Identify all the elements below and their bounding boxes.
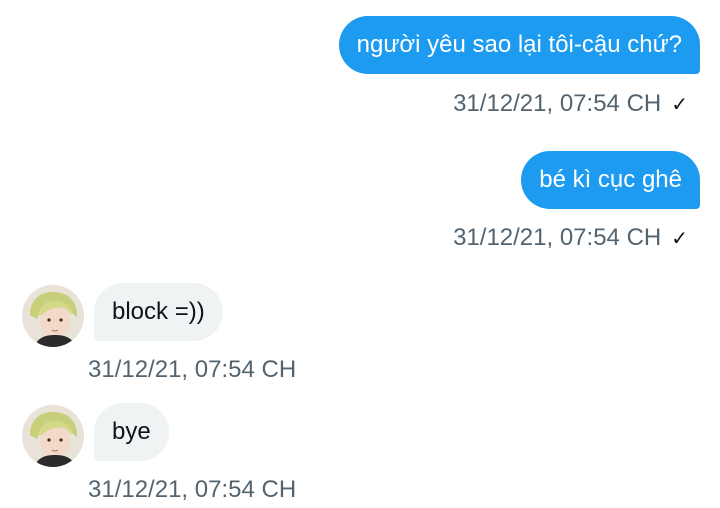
message-meta: 31/12/21, 07:54 CH [88, 475, 296, 505]
message-meta: 31/12/21, 07:54 CH ✓ [453, 89, 688, 119]
message-timestamp: 31/12/21, 07:54 CH [453, 90, 662, 117]
message-text: block =)) [112, 298, 205, 325]
message-text: bye [112, 418, 151, 445]
message-timestamp: 31/12/21, 07:54 CH [453, 224, 662, 251]
incoming-message-bubble[interactable]: block =)) [94, 283, 223, 341]
avatar-icon[interactable] [22, 405, 84, 467]
message-meta: 31/12/21, 07:54 CH ✓ [453, 223, 688, 253]
incoming-message-bubble[interactable]: bye [94, 403, 169, 461]
message-timestamp: 31/12/21, 07:54 CH [88, 356, 297, 383]
message-text: bé kì cục ghê [539, 166, 682, 193]
avatar-icon[interactable] [22, 285, 84, 347]
message-timestamp: 31/12/21, 07:54 CH [88, 476, 297, 503]
check-icon: ✓ [671, 226, 688, 250]
outgoing-message-bubble[interactable]: người yêu sao lại tôi-cậu chứ? [338, 16, 700, 74]
message-text: người yêu sao lại tôi-cậu chứ? [356, 31, 682, 58]
outgoing-message-bubble[interactable]: bé kì cục ghê [521, 151, 700, 209]
message-meta: 31/12/21, 07:54 CH [88, 355, 296, 385]
check-icon: ✓ [671, 92, 688, 116]
